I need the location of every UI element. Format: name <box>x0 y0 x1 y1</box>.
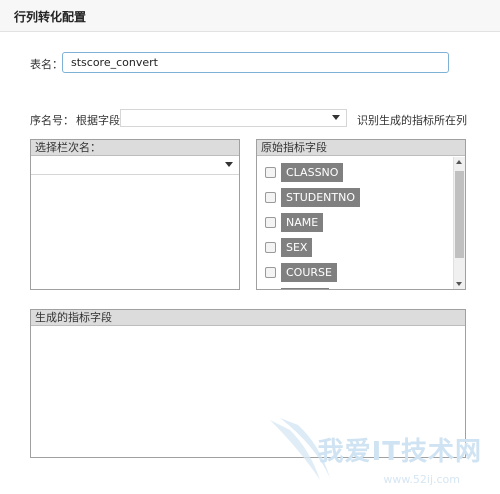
scroll-thumb[interactable] <box>455 171 464 258</box>
identify-column-label: 识别生成的指标所在列 <box>357 114 467 127</box>
field-list-scrollbar[interactable] <box>453 157 465 289</box>
select-column-panel-title: 选择栏次名： <box>31 140 239 156</box>
field-checkbox[interactable] <box>265 167 276 178</box>
field-tag[interactable]: NAME <box>281 213 324 232</box>
by-field-select[interactable] <box>120 109 347 127</box>
generated-fields-panel-title: 生成的指标字段 <box>31 310 465 326</box>
watermark-logo: 我爱IT技术网 www.52ij.com <box>260 410 490 490</box>
dialog-title: 行列转化配置 <box>14 10 87 24</box>
field-checkbox[interactable] <box>265 267 276 278</box>
chevron-down-icon <box>332 115 340 120</box>
table-name-input[interactable] <box>62 52 449 73</box>
field-tag[interactable] <box>281 288 329 289</box>
watermark-url: www.52ij.com <box>383 473 460 486</box>
original-fields-list: CLASSNO STUDENTNO NAME SEX COURSE <box>257 157 453 289</box>
table-name-label: 表名： <box>30 58 63 71</box>
original-fields-panel-title: 原始指标字段 <box>257 140 465 156</box>
dialog-title-bar: 行列转化配置 <box>0 0 500 32</box>
field-tag[interactable]: COURSE <box>281 263 337 282</box>
field-tag[interactable]: STUDENTNO <box>281 188 361 207</box>
scroll-up-icon[interactable] <box>456 160 462 164</box>
field-tag[interactable]: SEX <box>281 238 313 257</box>
by-field-label: 根据字段 <box>76 114 120 127</box>
chevron-down-icon <box>225 162 233 167</box>
original-fields-panel: 原始指标字段 CLASSNO STUDENTNO NAME SEX COURSE <box>256 139 466 290</box>
field-tag[interactable]: CLASSNO <box>281 163 344 182</box>
field-checkbox[interactable] <box>265 242 276 253</box>
select-column-panel: 选择栏次名： <box>30 139 240 290</box>
watermark-text: 我爱IT技术网 <box>317 437 482 467</box>
scroll-down-icon[interactable] <box>456 282 462 286</box>
column-name-select[interactable] <box>31 157 239 175</box>
field-checkbox[interactable] <box>265 217 276 228</box>
field-checkbox[interactable] <box>265 192 276 203</box>
seq-label: 序名号： <box>30 114 74 127</box>
